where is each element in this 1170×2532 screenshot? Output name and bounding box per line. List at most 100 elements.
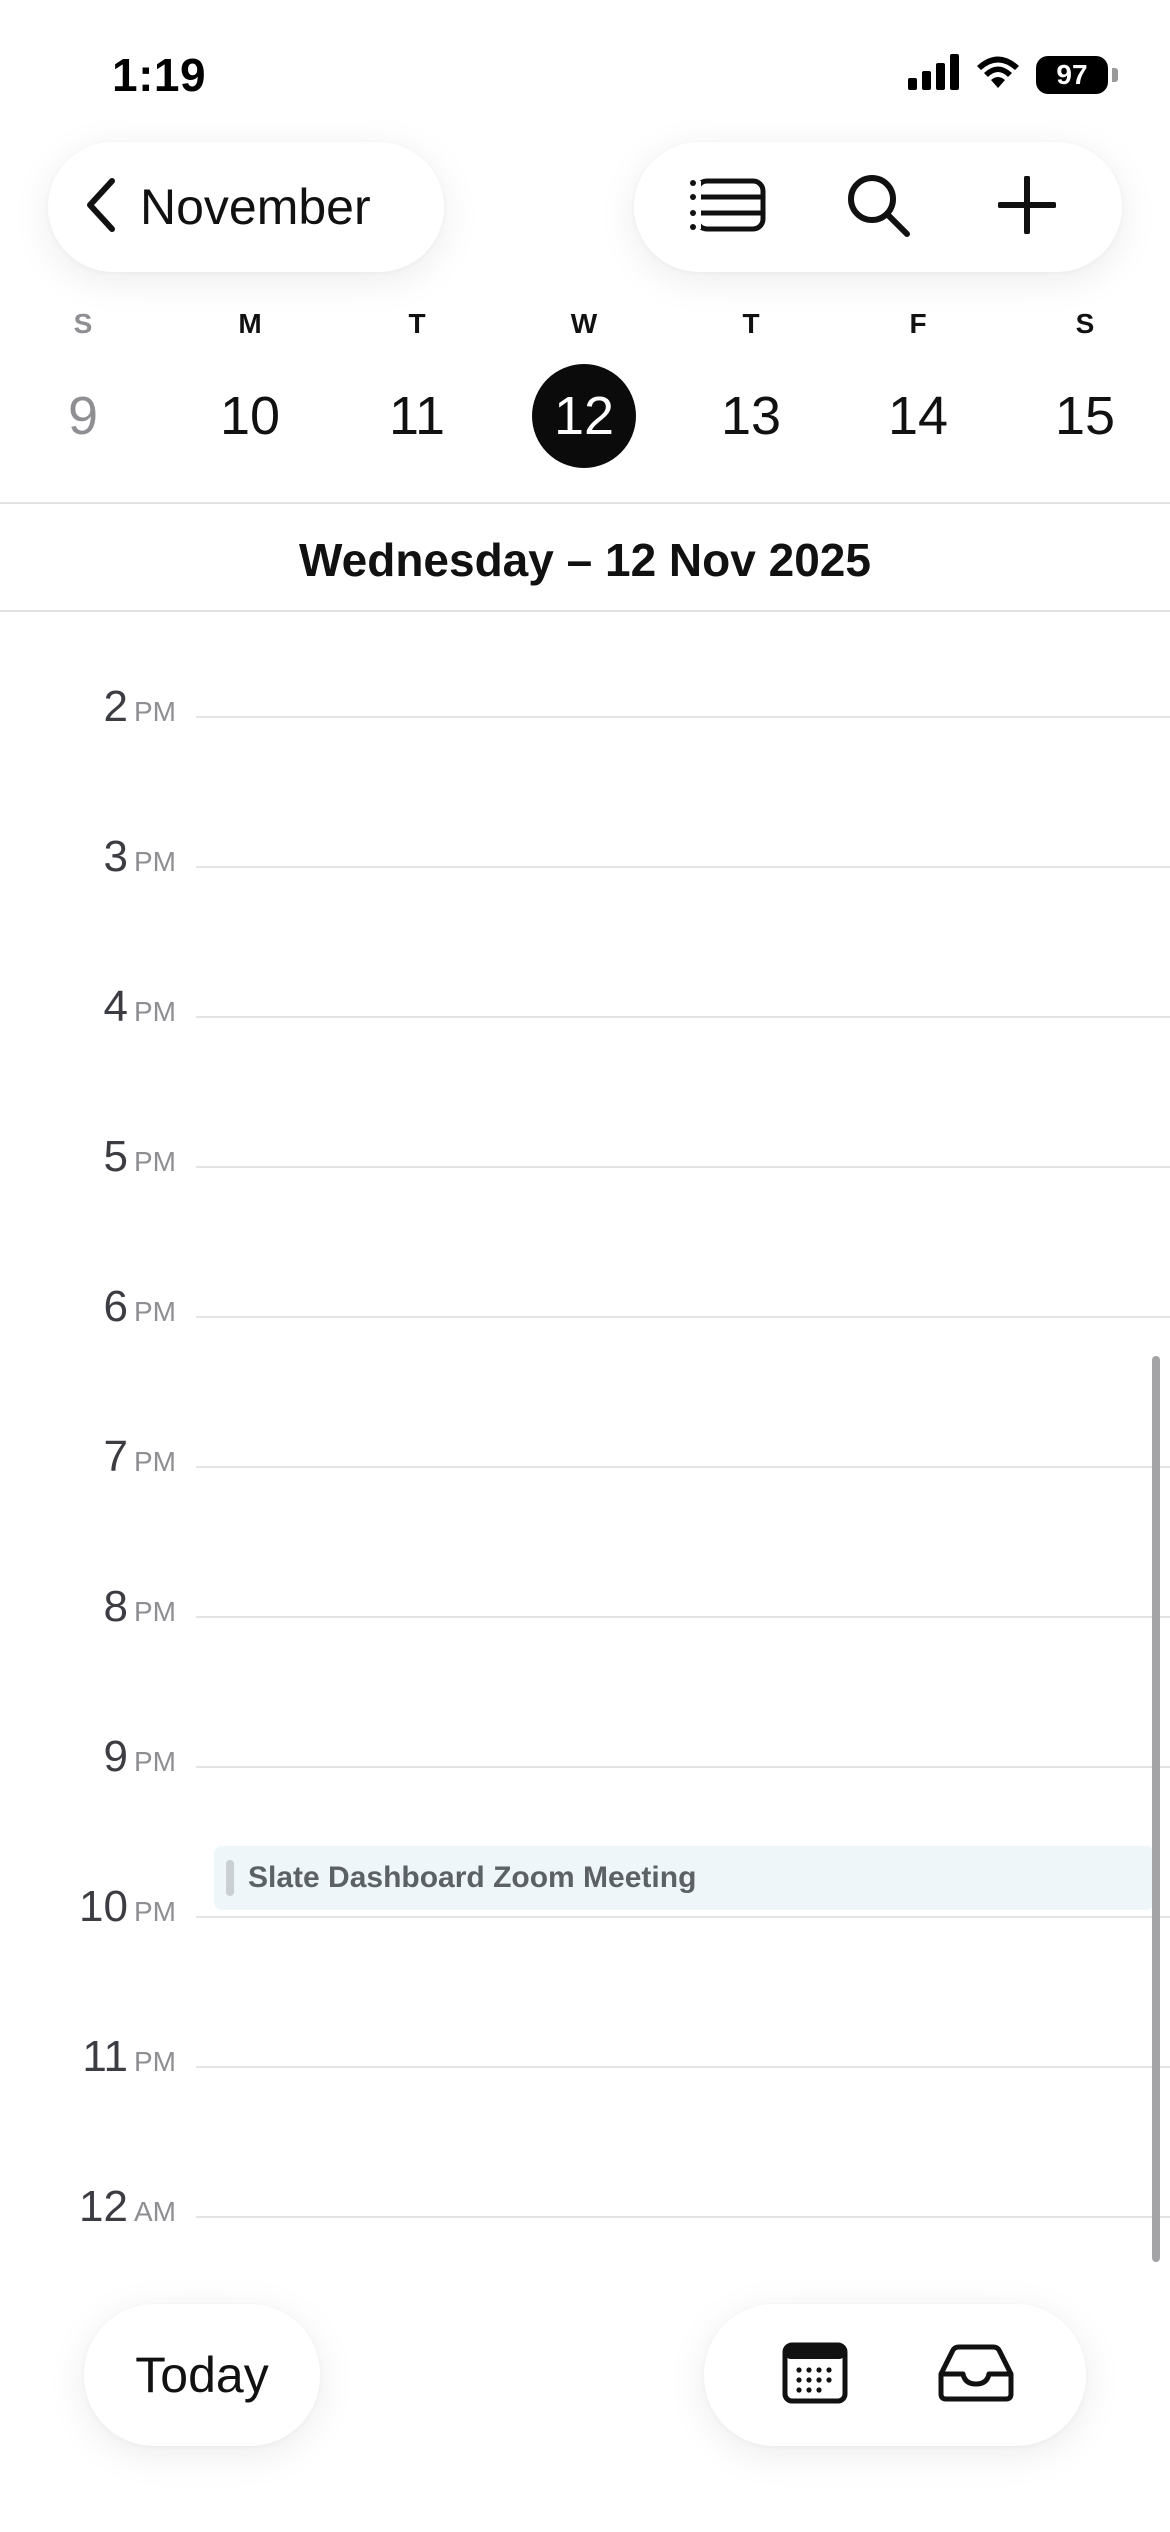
hour-number: 7 [103, 1432, 128, 1481]
hour-number: 5 [103, 1132, 128, 1181]
hour-gridline [196, 1016, 1170, 1018]
hour-label: 7 PM [104, 1432, 176, 1482]
weekday-label: M [238, 308, 262, 339]
hour-row: 10 PM [0, 1882, 1170, 1931]
hour-row: 7 PM [0, 1432, 1170, 1481]
hour-period: PM [134, 1896, 176, 1927]
hour-gridline [196, 1316, 1170, 1318]
hour-label: 12 AM [79, 2182, 176, 2232]
hour-row: 2 PM [0, 682, 1170, 731]
hour-label: 8 PM [104, 1582, 176, 1632]
hour-period: PM [134, 1146, 176, 1177]
hour-gridline [196, 1916, 1170, 1918]
hour-row: 12 AM [0, 2182, 1170, 2231]
week-divider [0, 502, 1170, 504]
hour-number: 4 [103, 982, 128, 1031]
hour-gridline [196, 2216, 1170, 2218]
day-fri[interactable]: F 14 [858, 300, 978, 468]
event-color-bar [226, 1860, 234, 1896]
add-icon [997, 174, 1058, 239]
status-time: 1:19 [112, 49, 207, 101]
hour-period: PM [134, 996, 176, 1027]
hour-number: 12 [79, 2182, 128, 2231]
hour-period: PM [134, 696, 176, 727]
search-icon [845, 172, 911, 243]
hour-gridline [196, 1166, 1170, 1168]
battery-icon: 97 [1036, 55, 1108, 94]
date-divider [0, 610, 1170, 612]
month-label: November [140, 179, 371, 235]
status-icons: 97 [908, 54, 1118, 95]
day-wed[interactable]: W 12 [524, 300, 644, 468]
hour-number: 9 [103, 1732, 128, 1781]
list-view-button[interactable] [681, 159, 777, 255]
hour-period: PM [134, 1596, 176, 1627]
hour-gridline [196, 1766, 1170, 1768]
hour-gridline [196, 2066, 1170, 2068]
hour-label: 9 PM [104, 1732, 176, 1782]
week-strip: S 9 M 10 T 11 W 12 T 13 F 14 S 15 [0, 300, 1170, 500]
bottom-actions [704, 2304, 1086, 2446]
hour-label: 5 PM [104, 1132, 176, 1182]
hour-period: PM [134, 1746, 176, 1777]
calendar-view-button[interactable] [767, 2327, 863, 2423]
day-mon[interactable]: M 10 [190, 300, 310, 468]
hour-row: 3 PM [0, 832, 1170, 881]
scrollbar[interactable] [1152, 1356, 1160, 2262]
hour-gridline [196, 716, 1170, 718]
hour-number: 8 [103, 1582, 128, 1631]
hour-period: PM [134, 2046, 176, 2077]
hour-label: 6 PM [104, 1282, 176, 1332]
hour-number: 10 [79, 1882, 128, 1931]
day-number: 11 [388, 386, 446, 446]
hour-number: 6 [103, 1282, 128, 1331]
weekday-label: T [742, 308, 760, 339]
date-title: Wednesday – 12 Nov 2025 [299, 534, 871, 586]
hour-period: PM [134, 1446, 176, 1477]
wifi-icon [974, 54, 1022, 95]
battery-level: 97 [1056, 58, 1088, 90]
weekday-label: S [1075, 308, 1095, 339]
hour-period: AM [134, 2196, 176, 2227]
event-block[interactable]: Slate Dashboard Zoom Meeting [214, 1846, 1154, 1910]
header-actions [634, 142, 1122, 272]
today-button[interactable]: Today [84, 2304, 320, 2446]
hour-row: 5 PM [0, 1132, 1170, 1181]
hour-label: 2 PM [104, 682, 176, 732]
day-tue[interactable]: T 11 [357, 300, 477, 468]
inbox-button[interactable] [928, 2327, 1024, 2423]
day-thu[interactable]: T 13 [691, 300, 811, 468]
hour-label: 10 PM [79, 1882, 176, 1932]
list-view-icon [688, 175, 769, 240]
weekday-label: T [408, 308, 426, 339]
hour-label: 3 PM [104, 832, 176, 882]
inbox-icon [937, 2344, 1015, 2407]
hour-label: 4 PM [104, 982, 176, 1032]
add-event-button[interactable] [979, 159, 1075, 255]
calendar-icon [782, 2342, 848, 2409]
hour-gridline [196, 866, 1170, 868]
weekday-label: F [909, 308, 927, 339]
hour-number: 2 [103, 682, 128, 731]
day-sat[interactable]: S 15 [1025, 300, 1145, 468]
day-number: 13 [720, 386, 782, 446]
today-label: Today [135, 2347, 269, 2403]
hour-period: PM [134, 1296, 176, 1327]
hour-row: 8 PM [0, 1582, 1170, 1631]
day-number: 14 [887, 386, 949, 446]
event-title: Slate Dashboard Zoom Meeting [248, 1861, 697, 1894]
day-number: 9 [67, 386, 99, 446]
hour-number: 11 [82, 2032, 128, 2081]
hour-row: 6 PM [0, 1282, 1170, 1331]
hour-row: 4 PM [0, 982, 1170, 1031]
weekday-label: W [570, 308, 598, 339]
hour-row: 11 PM [0, 2032, 1170, 2081]
day-sun[interactable]: S 9 [23, 300, 143, 468]
month-back-button[interactable]: November [48, 142, 444, 272]
day-number: 15 [1054, 386, 1116, 446]
hour-gridline [196, 1616, 1170, 1618]
hour-gridline [196, 1466, 1170, 1468]
search-button[interactable] [830, 159, 926, 255]
hour-period: PM [134, 846, 176, 877]
cellular-signal-icon [908, 54, 960, 95]
